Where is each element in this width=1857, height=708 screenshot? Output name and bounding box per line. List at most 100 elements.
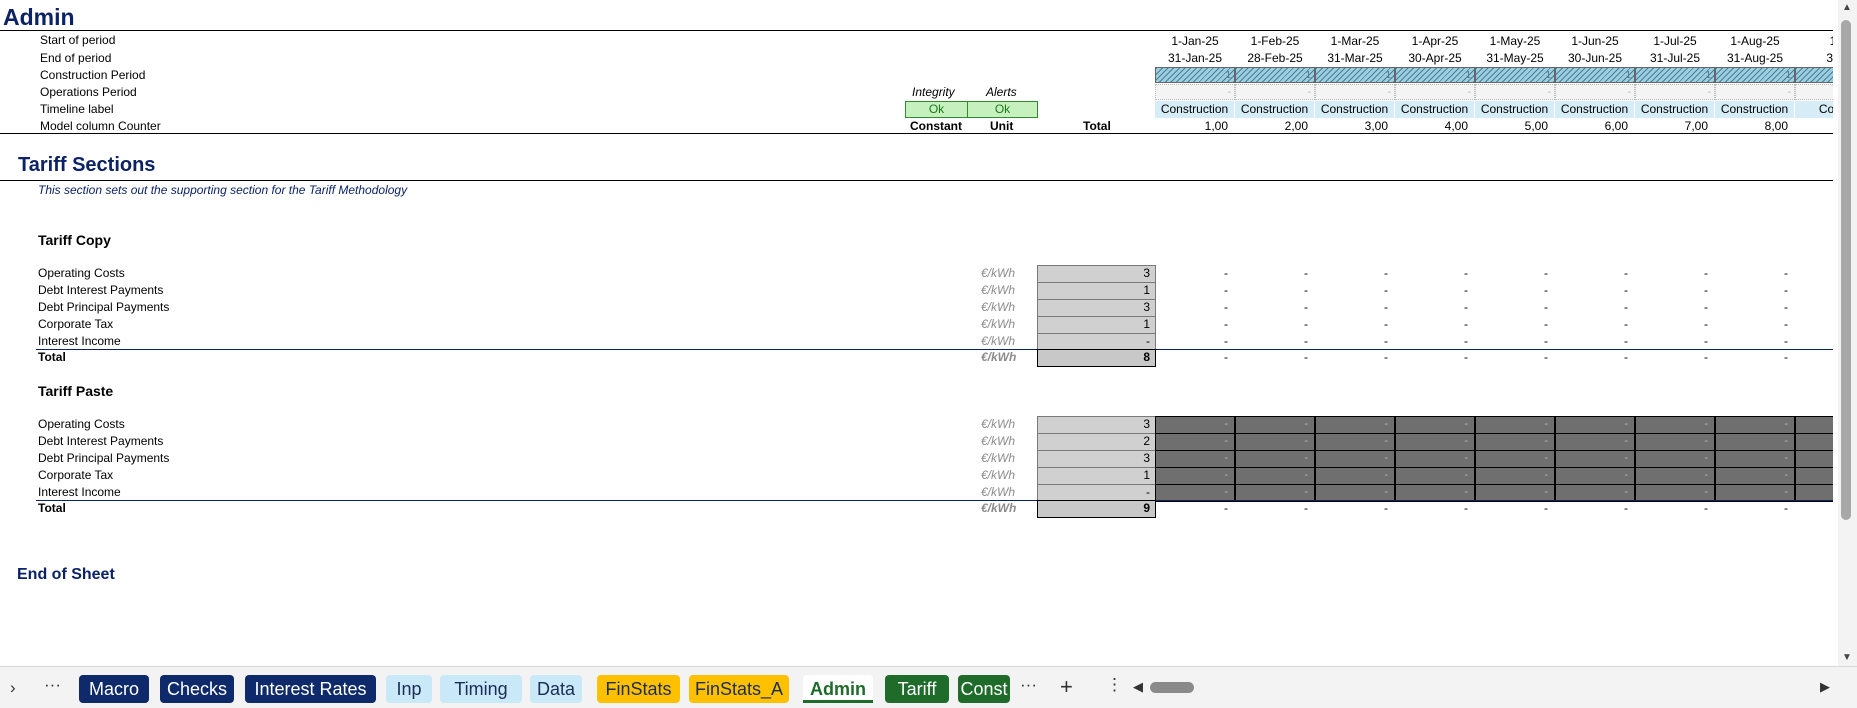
construction-flag-cell[interactable]: 1	[1715, 67, 1795, 83]
paste-value-cell[interactable]: -	[1475, 433, 1555, 451]
paste-value-cell[interactable]	[1795, 467, 1833, 485]
paste-value-cell[interactable]: -	[1555, 433, 1635, 451]
paste-value-cell[interactable]: -	[1235, 433, 1315, 451]
paste-value-cell[interactable]: -	[1635, 433, 1715, 451]
constant-value-cell[interactable]: 2	[1037, 433, 1156, 451]
paste-value-cell[interactable]: -	[1395, 450, 1475, 468]
operations-flag-cell[interactable]: -	[1715, 84, 1795, 100]
timeline-label-cell[interactable]: Construction	[1155, 101, 1234, 118]
paste-value-cell[interactable]: -	[1155, 450, 1235, 468]
constant-value-cell[interactable]: 3	[1037, 416, 1156, 434]
sheet-tab-timing[interactable]: Timing	[440, 675, 522, 703]
paste-value-cell[interactable]: -	[1715, 467, 1795, 485]
construction-flag-cell[interactable]: 1	[1635, 67, 1715, 83]
timeline-label-cell[interactable]: Construction	[1635, 101, 1714, 118]
sheet-tab-inp[interactable]: Inp	[386, 675, 432, 703]
paste-value-cell[interactable]	[1795, 416, 1833, 434]
plus-icon[interactable]: +	[1060, 674, 1073, 700]
constant-value-cell[interactable]: 3	[1037, 265, 1156, 283]
construction-flag-cell[interactable]: 1	[1315, 67, 1395, 83]
paste-value-cell[interactable]: -	[1395, 433, 1475, 451]
operations-flag-cell[interactable]: -	[1475, 84, 1555, 100]
sheet-tab-checks[interactable]: Checks	[160, 675, 234, 703]
paste-value-cell[interactable]: -	[1235, 467, 1315, 485]
construction-flag-cell[interactable]: 1	[1235, 67, 1315, 83]
timeline-label-cell[interactable]: Construction	[1475, 101, 1554, 118]
paste-value-cell[interactable]: -	[1155, 416, 1235, 434]
scroll-down-icon[interactable]: ▼	[1842, 652, 1852, 663]
paste-value-cell[interactable]: -	[1715, 416, 1795, 434]
integrity-ok-cell[interactable]: Ok	[905, 101, 968, 118]
timeline-label-cell[interactable]: Construction	[1555, 101, 1634, 118]
paste-value-cell[interactable]	[1795, 450, 1833, 468]
ellipsis-icon[interactable]: ···	[1020, 675, 1037, 695]
constant-value-cell[interactable]: 3	[1037, 450, 1156, 468]
total-value-cell[interactable]: 9	[1037, 500, 1156, 518]
operations-flag-cell[interactable]: -	[1555, 84, 1635, 100]
paste-value-cell[interactable]: -	[1315, 450, 1395, 468]
operations-flag-cell[interactable]: -	[1155, 84, 1235, 100]
paste-value-cell[interactable]: -	[1155, 467, 1235, 485]
period-total-cell: -	[1624, 501, 1628, 515]
paste-value-cell[interactable]: -	[1315, 416, 1395, 434]
sheet-tab-finstats[interactable]: FinStats	[597, 675, 680, 703]
horizontal-scroll-thumb[interactable]	[1150, 682, 1194, 693]
timeline-label-cell[interactable]: Construction	[1315, 101, 1394, 118]
paste-value-cell[interactable]: -	[1475, 450, 1555, 468]
period-start-date: 1-Jan-25	[1171, 34, 1219, 48]
total-value-cell[interactable]: 8	[1037, 349, 1156, 367]
operations-flag-cell[interactable]: -	[1635, 84, 1715, 100]
paste-value-cell[interactable]: -	[1395, 467, 1475, 485]
paste-value-cell[interactable]: -	[1155, 433, 1235, 451]
paste-value-cell[interactable]: -	[1635, 467, 1715, 485]
sheet-tab-const[interactable]: Const	[958, 675, 1010, 703]
paste-value-cell[interactable]: -	[1715, 433, 1795, 451]
construction-flag-cell[interactable]	[1795, 67, 1833, 83]
timeline-label-cell[interactable]: Construction	[1395, 101, 1474, 118]
construction-flag-cell[interactable]: 1	[1475, 67, 1555, 83]
paste-value-cell[interactable]: -	[1635, 450, 1715, 468]
triangle-left-icon[interactable]: ◀	[1133, 679, 1143, 695]
paste-value-cell[interactable]: -	[1555, 416, 1635, 434]
operations-flag-cell[interactable]: -	[1395, 84, 1475, 100]
sheet-tab-interest-rates[interactable]: Interest Rates	[245, 675, 376, 703]
constant-value-cell[interactable]: 1	[1037, 467, 1156, 485]
scroll-up-icon[interactable]: ▲	[1842, 2, 1852, 13]
paste-value-cell[interactable]: -	[1555, 450, 1635, 468]
paste-value-cell[interactable]: -	[1715, 450, 1795, 468]
ellipsis-icon[interactable]: ···	[44, 675, 61, 695]
triangle-right-icon[interactable]: ▶	[1820, 679, 1830, 695]
operations-flag-cell[interactable]	[1795, 84, 1833, 100]
construction-flag-cell[interactable]: 1	[1395, 67, 1475, 83]
paste-value-cell[interactable]: -	[1475, 416, 1555, 434]
constant-value-cell[interactable]: 1	[1037, 282, 1156, 300]
operations-flag-cell[interactable]: -	[1235, 84, 1315, 100]
constant-value-cell[interactable]: 3	[1037, 299, 1156, 317]
constant-value-cell[interactable]: 1	[1037, 316, 1156, 334]
paste-value-cell[interactable]: -	[1315, 433, 1395, 451]
chevron-right-icon[interactable]: ›	[10, 678, 16, 698]
timeline-label-cell[interactable]: Construction	[1715, 101, 1794, 118]
sheet-tab-finstats-a[interactable]: FinStats_A	[689, 675, 789, 703]
alerts-ok-cell[interactable]: Ok	[967, 101, 1038, 118]
spreadsheet-grid[interactable]: Admin Start of period End of period Cons…	[0, 0, 1833, 664]
timeline-label-cell[interactable]: Const	[1795, 101, 1833, 118]
sheet-tab-admin[interactable]: Admin	[803, 675, 873, 703]
construction-flag-cell[interactable]: 1	[1555, 67, 1635, 83]
vertical-scroll-thumb[interactable]	[1841, 20, 1851, 520]
paste-value-cell[interactable]: -	[1475, 467, 1555, 485]
operations-flag-cell[interactable]: -	[1315, 84, 1395, 100]
paste-value-cell[interactable]: -	[1555, 467, 1635, 485]
sheet-tab-tariff[interactable]: Tariff	[885, 675, 949, 703]
paste-value-cell[interactable]: -	[1315, 467, 1395, 485]
timeline-label-cell[interactable]: Construction	[1235, 101, 1314, 118]
sheet-tab-data[interactable]: Data	[530, 675, 582, 703]
paste-value-cell[interactable]	[1795, 433, 1833, 451]
paste-value-cell[interactable]: -	[1395, 416, 1475, 434]
paste-value-cell[interactable]: -	[1635, 416, 1715, 434]
paste-value-cell[interactable]: -	[1235, 416, 1315, 434]
vertical-ellipsis-icon[interactable]: ⋮	[1106, 675, 1123, 695]
paste-value-cell[interactable]: -	[1235, 450, 1315, 468]
construction-flag-cell[interactable]: 1	[1155, 67, 1235, 83]
sheet-tab-macro[interactable]: Macro	[79, 675, 149, 703]
